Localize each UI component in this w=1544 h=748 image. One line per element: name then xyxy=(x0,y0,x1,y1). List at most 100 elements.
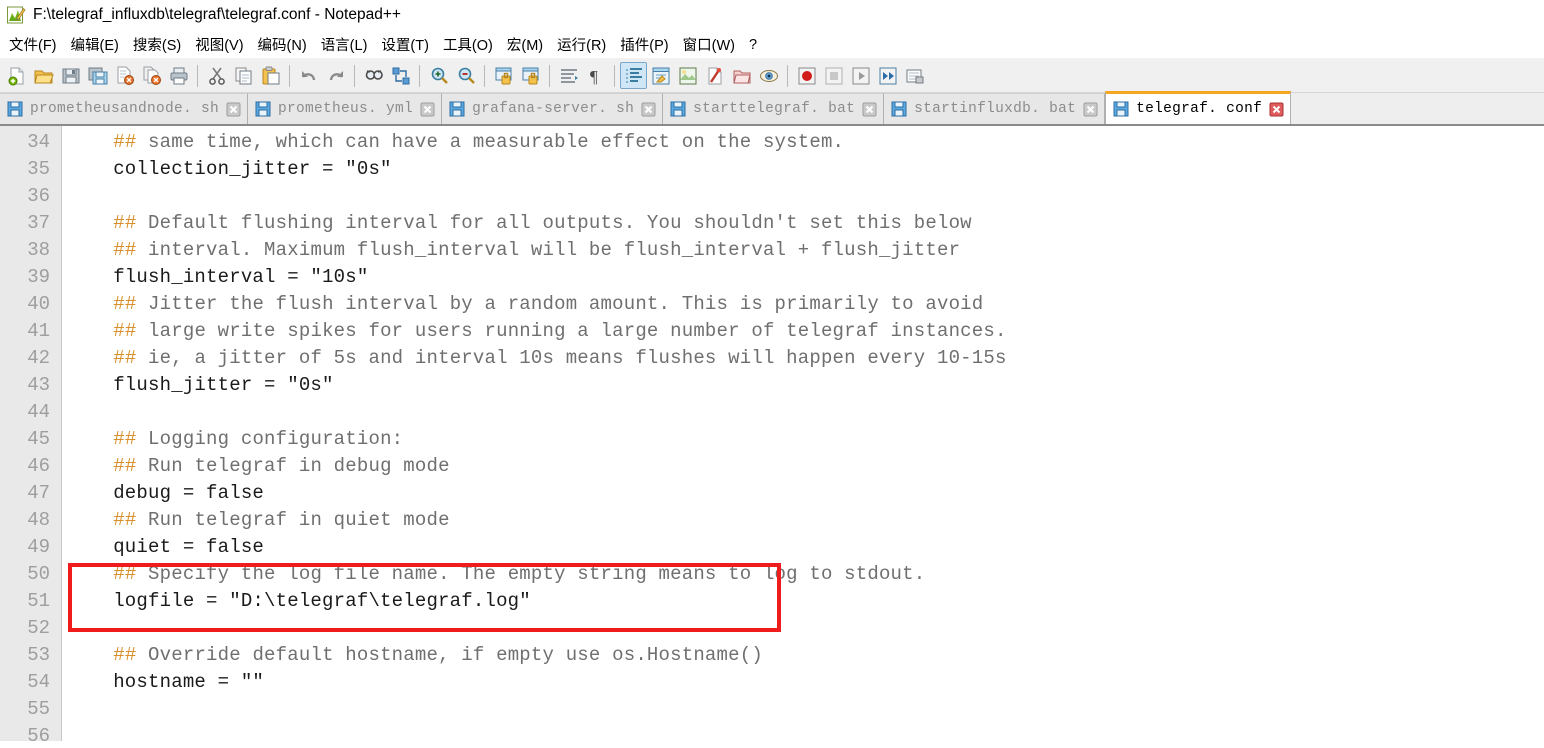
line-number: 50 xyxy=(27,563,50,585)
indent-guide-icon[interactable] xyxy=(620,62,647,89)
close-file-icon[interactable] xyxy=(111,62,138,89)
save-blue-icon xyxy=(891,101,907,117)
tab-label: starttelegraf. bat xyxy=(693,101,856,117)
run-macro-multiple-icon[interactable] xyxy=(874,62,901,89)
tab-label: telegraf. conf xyxy=(1136,101,1263,117)
comment-hash-marker: ## xyxy=(113,239,137,261)
code-text-area[interactable]: ## same time, which can have a measurabl… xyxy=(62,126,1544,741)
stop-recording-icon[interactable] xyxy=(820,62,847,89)
menu-edit[interactable]: 编辑(E) xyxy=(64,32,126,57)
new-file-icon[interactable] xyxy=(3,62,30,89)
menu-encoding[interactable]: 编码(N) xyxy=(251,32,314,57)
line-number: 47 xyxy=(27,482,50,504)
line-number: 40 xyxy=(27,293,50,315)
menu-search[interactable]: 搜索(S) xyxy=(126,32,188,57)
tab-bar-empty-area xyxy=(1291,93,1544,124)
save-all-icon[interactable] xyxy=(84,62,111,89)
menu-plugins[interactable]: 插件(P) xyxy=(613,32,675,57)
line-number: 46 xyxy=(27,455,50,477)
close-grey-icon[interactable] xyxy=(1083,102,1098,117)
close-grey-icon[interactable] xyxy=(641,102,656,117)
save-blue-icon xyxy=(1113,101,1129,117)
close-grey-icon[interactable] xyxy=(420,102,435,117)
user-defined-language-icon[interactable] xyxy=(647,62,674,89)
menu-macro[interactable]: 宏(M) xyxy=(500,32,550,57)
tab-label: grafana-server. sh xyxy=(472,101,635,117)
line-number: 39 xyxy=(27,266,50,288)
record-macro-icon[interactable] xyxy=(793,62,820,89)
redo-icon[interactable] xyxy=(322,62,349,89)
save-icon[interactable] xyxy=(57,62,84,89)
toolbar-separator xyxy=(419,64,420,87)
show-all-characters-icon[interactable]: ¶ xyxy=(582,62,609,89)
code-line: ## Run telegraf in debug mode xyxy=(113,455,450,477)
menu-help[interactable]: ? xyxy=(742,35,764,55)
close-grey-icon[interactable] xyxy=(226,102,241,117)
sync-vertical-scroll-icon[interactable] xyxy=(490,62,517,89)
tab-prometheusandnode-sh[interactable]: prometheusandnode. sh xyxy=(0,93,249,124)
save-macro-icon[interactable] xyxy=(901,62,928,89)
menu-language[interactable]: 语言(L) xyxy=(314,32,375,57)
save-blue-icon xyxy=(7,101,23,117)
line-number: 54 xyxy=(27,671,50,693)
menu-file[interactable]: 文件(F) xyxy=(2,32,64,57)
tab-grafana-server-sh[interactable]: grafana-server. sh xyxy=(442,93,664,124)
save-blue-icon xyxy=(449,101,465,117)
tab-starttelegraf-bat[interactable]: starttelegraf. bat xyxy=(663,93,885,124)
line-number: 51 xyxy=(27,590,50,612)
menu-bar: 文件(F) 编辑(E) 搜索(S) 视图(V) 编码(N) 语言(L) 设置(T… xyxy=(0,31,1544,59)
tab-startinfluxdb-bat[interactable]: startinfluxdb. bat xyxy=(884,93,1106,124)
code-line: ## Override default hostname, if empty u… xyxy=(113,644,763,666)
function-list-icon[interactable] xyxy=(701,62,728,89)
close-red-icon[interactable] xyxy=(1269,102,1284,117)
monitoring-icon[interactable] xyxy=(755,62,782,89)
code-line: ## Run telegraf in quiet mode xyxy=(113,509,450,531)
line-number: 48 xyxy=(27,509,50,531)
word-wrap-icon[interactable] xyxy=(555,62,582,89)
code-line: ## Jitter the flush interval by a random… xyxy=(113,293,984,315)
zoom-out-icon[interactable] xyxy=(452,62,479,89)
print-icon[interactable] xyxy=(165,62,192,89)
comment-hash-marker: ## xyxy=(113,455,137,477)
menu-view[interactable]: 视图(V) xyxy=(188,32,250,57)
folder-as-workspace-icon[interactable] xyxy=(728,62,755,89)
code-line: logfile = "D:\telegraf\telegraf.log" xyxy=(90,590,531,612)
code-line: collection_jitter = "0s" xyxy=(90,158,392,180)
close-all-icon[interactable] xyxy=(138,62,165,89)
replace-icon[interactable] xyxy=(387,62,414,89)
menu-window[interactable]: 窗口(W) xyxy=(676,32,742,57)
line-number: 45 xyxy=(27,428,50,450)
line-number-gutter: 34 35 36 37 38 39 40 41 42 43 44 45 46 4… xyxy=(0,126,62,741)
undo-icon[interactable] xyxy=(295,62,322,89)
find-icon[interactable] xyxy=(360,62,387,89)
toolbar-separator xyxy=(549,64,550,87)
menu-settings[interactable]: 设置(T) xyxy=(374,32,436,57)
cut-icon[interactable] xyxy=(203,62,230,89)
toolbar-separator xyxy=(289,64,290,87)
editor-area[interactable]: 34 35 36 37 38 39 40 41 42 43 44 45 46 4… xyxy=(0,126,1544,741)
save-blue-icon xyxy=(670,101,686,117)
line-number: 56 xyxy=(27,725,50,741)
play-macro-icon[interactable] xyxy=(847,62,874,89)
comment-hash-marker: ## xyxy=(113,293,137,315)
menu-run[interactable]: 运行(R) xyxy=(550,32,613,57)
line-number: 37 xyxy=(27,212,50,234)
tab-prometheus-yml[interactable]: prometheus. yml xyxy=(248,93,443,124)
sync-horizontal-scroll-icon[interactable] xyxy=(517,62,544,89)
comment-hash-marker: ## xyxy=(113,347,137,369)
copy-icon[interactable] xyxy=(230,62,257,89)
comment-hash-marker: ## xyxy=(113,212,137,234)
menu-tools[interactable]: 工具(O) xyxy=(436,32,500,57)
tab-telegraf-conf[interactable]: telegraf. conf xyxy=(1105,91,1292,124)
code-line: hostname = "" xyxy=(90,671,265,693)
paste-icon[interactable] xyxy=(257,62,284,89)
open-file-icon[interactable] xyxy=(30,62,57,89)
close-grey-icon[interactable] xyxy=(862,102,877,117)
tab-label: startinfluxdb. bat xyxy=(914,101,1077,117)
zoom-in-icon[interactable] xyxy=(425,62,452,89)
document-map-icon[interactable] xyxy=(674,62,701,89)
line-number: 44 xyxy=(27,401,50,423)
